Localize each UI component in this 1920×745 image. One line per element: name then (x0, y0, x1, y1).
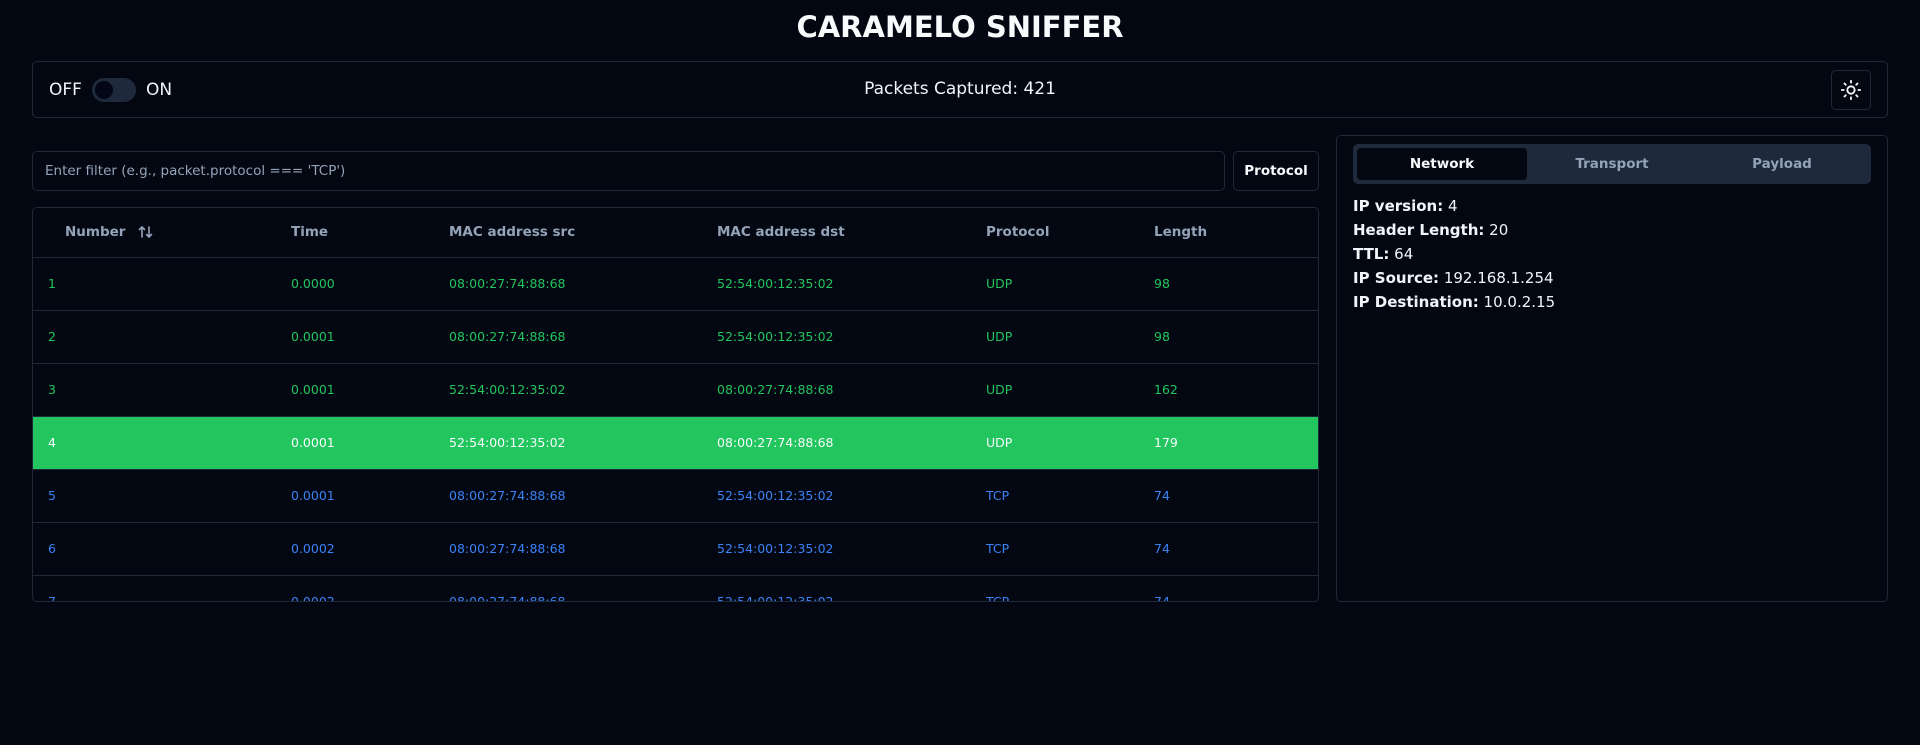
network-details: IP version: 4 Header Length: 20 TTL: 64 … (1353, 194, 1555, 314)
cell-mac-src: 08:00:27:74:88:68 (449, 522, 717, 576)
cell-protocol: UDP (986, 257, 1154, 311)
cell-protocol: UDP (986, 416, 1154, 470)
column-header-number[interactable]: Number (33, 208, 291, 258)
cell-mac-src: 08:00:27:74:88:68 (449, 310, 717, 364)
cell-number: 7 (33, 575, 291, 601)
packet-table-body: 1 0.0000 08:00:27:74:88:68 52:54:00:12:35:0… (33, 257, 1318, 601)
cell-time: 0.0001 (291, 363, 449, 417)
tab-transport[interactable]: Transport (1527, 148, 1697, 180)
cell-length: 98 (1154, 310, 1318, 364)
cell-number: 1 (33, 257, 291, 311)
table-row[interactable]: 3 0.0001 52:54:00:12:35:02 08:00:27:74:88:6… (33, 363, 1318, 417)
cell-mac-dst: 52:54:00:12:35:02 (717, 522, 986, 576)
cell-length: 74 (1154, 469, 1318, 523)
cell-mac-dst: 52:54:00:12:35:02 (717, 575, 986, 601)
cell-protocol: TCP (986, 575, 1154, 601)
detail-ip-version: IP version: 4 (1353, 194, 1555, 218)
cell-length: 74 (1154, 575, 1318, 601)
table-row[interactable]: 5 0.0001 08:00:27:74:88:68 52:54:00:12:35:0… (33, 469, 1318, 523)
sun-icon (1840, 79, 1862, 101)
cell-mac-src: 08:00:27:74:88:68 (449, 575, 717, 601)
cell-time: 0.0000 (291, 257, 449, 311)
table-row[interactable]: 4 0.0001 52:54:00:12:35:02 08:00:27:74:88:6… (33, 416, 1318, 470)
toggle-knob (94, 80, 113, 99)
control-bar: OFF ON Packets Captured: 421 (32, 61, 1888, 118)
cell-time: 0.0002 (291, 522, 449, 576)
table-row[interactable]: 7 0.0002 08:00:27:74:88:68 52:54:00:12:35:0… (33, 575, 1318, 601)
detail-ttl: TTL: 64 (1353, 242, 1555, 266)
cell-number: 6 (33, 522, 291, 576)
theme-toggle-button[interactable] (1831, 70, 1871, 110)
capture-toggle[interactable] (91, 77, 136, 102)
cell-protocol: TCP (986, 522, 1154, 576)
capture-toggle-group: OFF ON (49, 62, 172, 117)
toggle-on-label: ON (145, 79, 173, 100)
tab-network[interactable]: Network (1357, 148, 1527, 180)
table-row[interactable]: 2 0.0001 08:00:27:74:88:68 52:54:00:12:35:0… (33, 310, 1318, 364)
detail-value: 10.0.2.15 (1483, 293, 1556, 311)
cell-time: 0.0002 (291, 575, 449, 601)
table-row[interactable]: 1 0.0000 08:00:27:74:88:68 52:54:00:12:35:0… (33, 257, 1318, 311)
packets-captured-count: Packets Captured: 421 (864, 79, 1056, 99)
column-header-mac-src: MAC address src (449, 208, 717, 258)
protocol-button[interactable]: Protocol (1233, 151, 1319, 191)
tab-payload[interactable]: Payload (1697, 148, 1867, 180)
cell-mac-src: 52:54:00:12:35:02 (449, 416, 717, 470)
packet-table: Number Time MAC address src MAC address … (32, 207, 1319, 602)
cell-time: 0.0001 (291, 469, 449, 523)
detail-value: 192.168.1.254 (1443, 269, 1554, 287)
cell-number: 5 (33, 469, 291, 523)
sort-arrows-icon[interactable] (138, 225, 154, 239)
filter-input[interactable] (32, 151, 1225, 191)
table-row[interactable]: 6 0.0002 08:00:27:74:88:68 52:54:00:12:35:0… (33, 522, 1318, 576)
cell-mac-dst: 52:54:00:12:35:02 (717, 469, 986, 523)
packet-detail-panel: Network Transport Payload IP version: 4 … (1336, 135, 1888, 602)
cell-length: 74 (1154, 522, 1318, 576)
cell-time: 0.0001 (291, 310, 449, 364)
detail-value: 4 (1447, 197, 1458, 215)
column-header-number-label: Number (65, 224, 126, 241)
cell-length: 98 (1154, 257, 1318, 311)
cell-mac-src: 08:00:27:74:88:68 (449, 257, 717, 311)
cell-number: 2 (33, 310, 291, 364)
detail-header-length: Header Length: 20 (1353, 218, 1555, 242)
cell-time: 0.0001 (291, 416, 449, 470)
cell-mac-dst: 08:00:27:74:88:68 (717, 416, 986, 470)
toggle-off-label: OFF (49, 79, 82, 100)
cell-length: 179 (1154, 416, 1318, 470)
cell-mac-src: 52:54:00:12:35:02 (449, 363, 717, 417)
app-title: CARAMELO SNIFFER (796, 10, 1124, 44)
cell-protocol: UDP (986, 310, 1154, 364)
table-header-row: Number Time MAC address src MAC address … (33, 208, 1318, 258)
detail-label: TTL: (1353, 245, 1390, 263)
cell-protocol: TCP (986, 469, 1154, 523)
detail-ip-destination: IP Destination: 10.0.2.15 (1353, 290, 1555, 314)
cell-mac-dst: 08:00:27:74:88:68 (717, 363, 986, 417)
cell-number: 4 (33, 416, 291, 470)
detail-label: IP Source: (1353, 269, 1440, 287)
column-header-mac-dst: MAC address dst (717, 208, 986, 258)
column-header-time: Time (291, 208, 449, 258)
detail-ip-source: IP Source: 192.168.1.254 (1353, 266, 1555, 290)
cell-length: 162 (1154, 363, 1318, 417)
cell-number: 3 (33, 363, 291, 417)
detail-value: 20 (1489, 221, 1509, 239)
detail-label: IP Destination: (1353, 293, 1479, 311)
cell-mac-dst: 52:54:00:12:35:02 (717, 310, 986, 364)
detail-label: Header Length: (1353, 221, 1485, 239)
detail-value: 64 (1394, 245, 1414, 263)
cell-protocol: UDP (986, 363, 1154, 417)
column-header-protocol: Protocol (986, 208, 1154, 258)
detail-tabs: Network Transport Payload (1353, 144, 1871, 184)
cell-mac-src: 08:00:27:74:88:68 (449, 469, 717, 523)
column-header-length: Length (1154, 208, 1318, 258)
cell-mac-dst: 52:54:00:12:35:02 (717, 257, 986, 311)
detail-label: IP version: (1353, 197, 1444, 215)
